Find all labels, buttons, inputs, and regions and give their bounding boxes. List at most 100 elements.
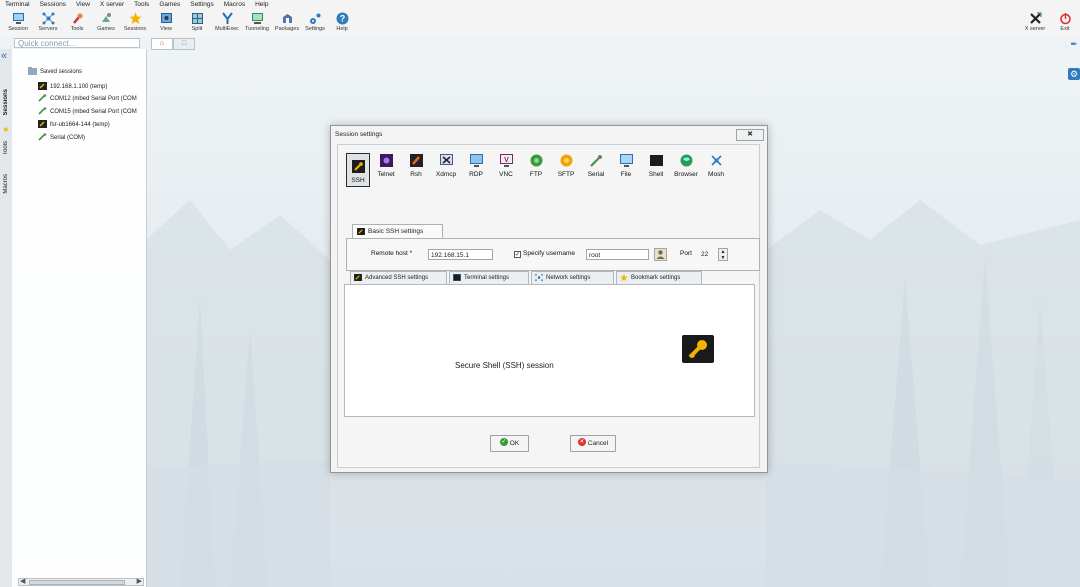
packages-icon	[282, 14, 292, 23]
menu-view[interactable]: View	[71, 0, 95, 10]
session-item[interactable]: fsr-ub1664-144 (temp)	[38, 120, 110, 130]
ssh-icon	[357, 227, 365, 235]
menu-xserver[interactable]: X server	[95, 0, 129, 10]
session-item[interactable]: COM12 (mbed Serial Port (COM	[38, 94, 137, 104]
svg-text:V: V	[504, 157, 509, 164]
tab-advanced-ssh-settings[interactable]: Advanced SSH settings	[350, 271, 447, 285]
session-description: Secure Shell (SSH) session	[455, 361, 554, 370]
session-type-telnet[interactable]: Telnet	[374, 154, 398, 178]
pen-icon[interactable]: ✒	[1068, 38, 1080, 50]
split-icon	[191, 13, 203, 24]
ok-button[interactable]: ✓ OK	[490, 435, 529, 452]
new-tab[interactable]: □	[173, 38, 195, 50]
session-type-file[interactable]: File	[614, 154, 638, 178]
username-input[interactable]: root	[586, 249, 649, 260]
xdmcp-icon	[439, 154, 453, 165]
menu-help[interactable]: Help	[250, 0, 273, 10]
tab-basic-ssh-settings[interactable]: Basic SSH settings	[352, 224, 443, 238]
session-type-serial[interactable]: Serial	[584, 154, 608, 178]
session-type-rdp[interactable]: RDP	[464, 154, 488, 178]
view-button[interactable]: View	[151, 10, 181, 37]
tools-icon	[72, 13, 82, 24]
specify-username-label: Specify username	[523, 250, 576, 257]
basic-ssh-settings-panel: Remote host * 192.168.15.1 ✓ Specify use…	[346, 238, 760, 271]
session-type-browser[interactable]: Browser	[674, 154, 698, 178]
servers-button[interactable]: Servers	[33, 10, 63, 37]
exit-button[interactable]: Exit	[1050, 10, 1080, 37]
telnet-icon	[379, 154, 393, 167]
remote-host-input[interactable]: 192.168.15.1	[428, 249, 493, 260]
settings-gear-icon[interactable]: ⚙	[1068, 68, 1080, 80]
session-icon	[12, 13, 24, 24]
dialog-content: SSH Telnet Rsh Xdmcp RDP V VNC FTP SFTP	[337, 144, 760, 468]
tab-terminal-settings[interactable]: Terminal settings	[449, 271, 529, 285]
tools-button[interactable]: Tools	[62, 10, 92, 37]
menu-tools[interactable]: Tools	[129, 0, 154, 10]
session-type-shell[interactable]: Shell	[644, 154, 668, 178]
session-type-vnc[interactable]: V VNC	[494, 154, 518, 178]
user-manager-button[interactable]	[654, 248, 667, 261]
port-stepper[interactable]: ▲ ▼	[718, 248, 728, 261]
tunneling-icon	[251, 13, 263, 24]
home-tab[interactable]: ⌂	[151, 38, 173, 50]
session-type-xdmcp[interactable]: Xdmcp	[434, 154, 458, 178]
ssh-icon	[38, 82, 47, 91]
favorites-star-icon[interactable]: ★	[0, 125, 12, 134]
scrollbar-thumb[interactable]	[29, 580, 125, 585]
session-item[interactable]: Serial (COM)	[38, 133, 85, 143]
tunneling-button[interactable]: Tunneling	[242, 10, 272, 37]
tab-bookmark-settings[interactable]: Bookmark settings	[616, 271, 702, 285]
key-icon	[682, 335, 714, 363]
port-input[interactable]: 22	[699, 249, 718, 260]
multiexec-button[interactable]: MultiExec	[212, 10, 242, 37]
dialog-title: Session settings	[335, 131, 383, 138]
session-item[interactable]: 192.168.1.100 (temp)	[38, 82, 107, 92]
stepper-down-icon[interactable]: ▼	[719, 255, 727, 261]
session-item[interactable]: COM15 (mbed Serial Port (COM	[38, 107, 137, 117]
xserver-button[interactable]: X server	[1020, 10, 1050, 37]
quick-connect-input[interactable]: Quick connect...	[14, 38, 140, 48]
star-icon	[620, 273, 628, 281]
specify-username-checkbox[interactable]: ✓	[514, 251, 521, 258]
menu-games[interactable]: Games	[154, 0, 185, 10]
menu-bar: Terminal Sessions View X server Tools Ga…	[0, 0, 1080, 10]
collapse-sidebar-icon[interactable]: «	[1, 51, 7, 62]
tab-network-settings[interactable]: Network settings	[531, 271, 614, 285]
menu-terminal[interactable]: Terminal	[0, 0, 35, 10]
session-type-mosh[interactable]: Mosh	[704, 154, 728, 178]
cancel-button[interactable]: ✕ Cancel	[570, 435, 616, 452]
settings-button[interactable]: Settings	[300, 10, 330, 37]
port-label: Port	[680, 250, 692, 257]
sessions-button[interactable]: Sessions	[120, 10, 150, 37]
scroll-left-icon[interactable]: ◀	[20, 577, 25, 585]
multiexec-icon	[221, 12, 233, 24]
split-button[interactable]: Split	[182, 10, 212, 37]
ssh-icon	[38, 120, 47, 129]
sessions-horizontal-scrollbar[interactable]: ◀ ▶	[18, 578, 144, 586]
tab-tools[interactable]: Tools	[0, 141, 12, 155]
xserver-icon	[1029, 12, 1042, 24]
help-button[interactable]: ? Help	[327, 10, 357, 37]
terminal-icon	[453, 273, 461, 281]
serial-icon	[38, 94, 47, 102]
menu-settings[interactable]: Settings	[185, 0, 219, 10]
tab-macros[interactable]: Macros	[0, 174, 12, 194]
serial-icon	[589, 155, 602, 167]
dialog-close-button[interactable]: ✖	[736, 129, 764, 141]
packages-button[interactable]: Packages	[272, 10, 302, 37]
view-icon	[160, 13, 172, 23]
menu-macros[interactable]: Macros	[219, 0, 250, 10]
session-type-sftp[interactable]: SFTP	[554, 154, 578, 178]
sessions-panel: Saved sessions 192.168.1.100 (temp) COM1…	[12, 49, 147, 587]
settings-icon	[309, 13, 320, 24]
session-type-ssh[interactable]: SSH	[346, 153, 370, 187]
ssh-icon	[354, 273, 362, 281]
tab-sessions[interactable]: Sessions	[0, 89, 12, 115]
session-button[interactable]: Session	[3, 10, 33, 37]
scroll-right-icon[interactable]: ▶	[137, 577, 142, 585]
saved-sessions-folder[interactable]: Saved sessions	[28, 67, 82, 77]
games-button[interactable]: Games	[91, 10, 121, 37]
session-type-ftp[interactable]: FTP	[524, 154, 548, 178]
session-type-rsh[interactable]: Rsh	[404, 154, 428, 178]
menu-sessions[interactable]: Sessions	[35, 0, 71, 10]
